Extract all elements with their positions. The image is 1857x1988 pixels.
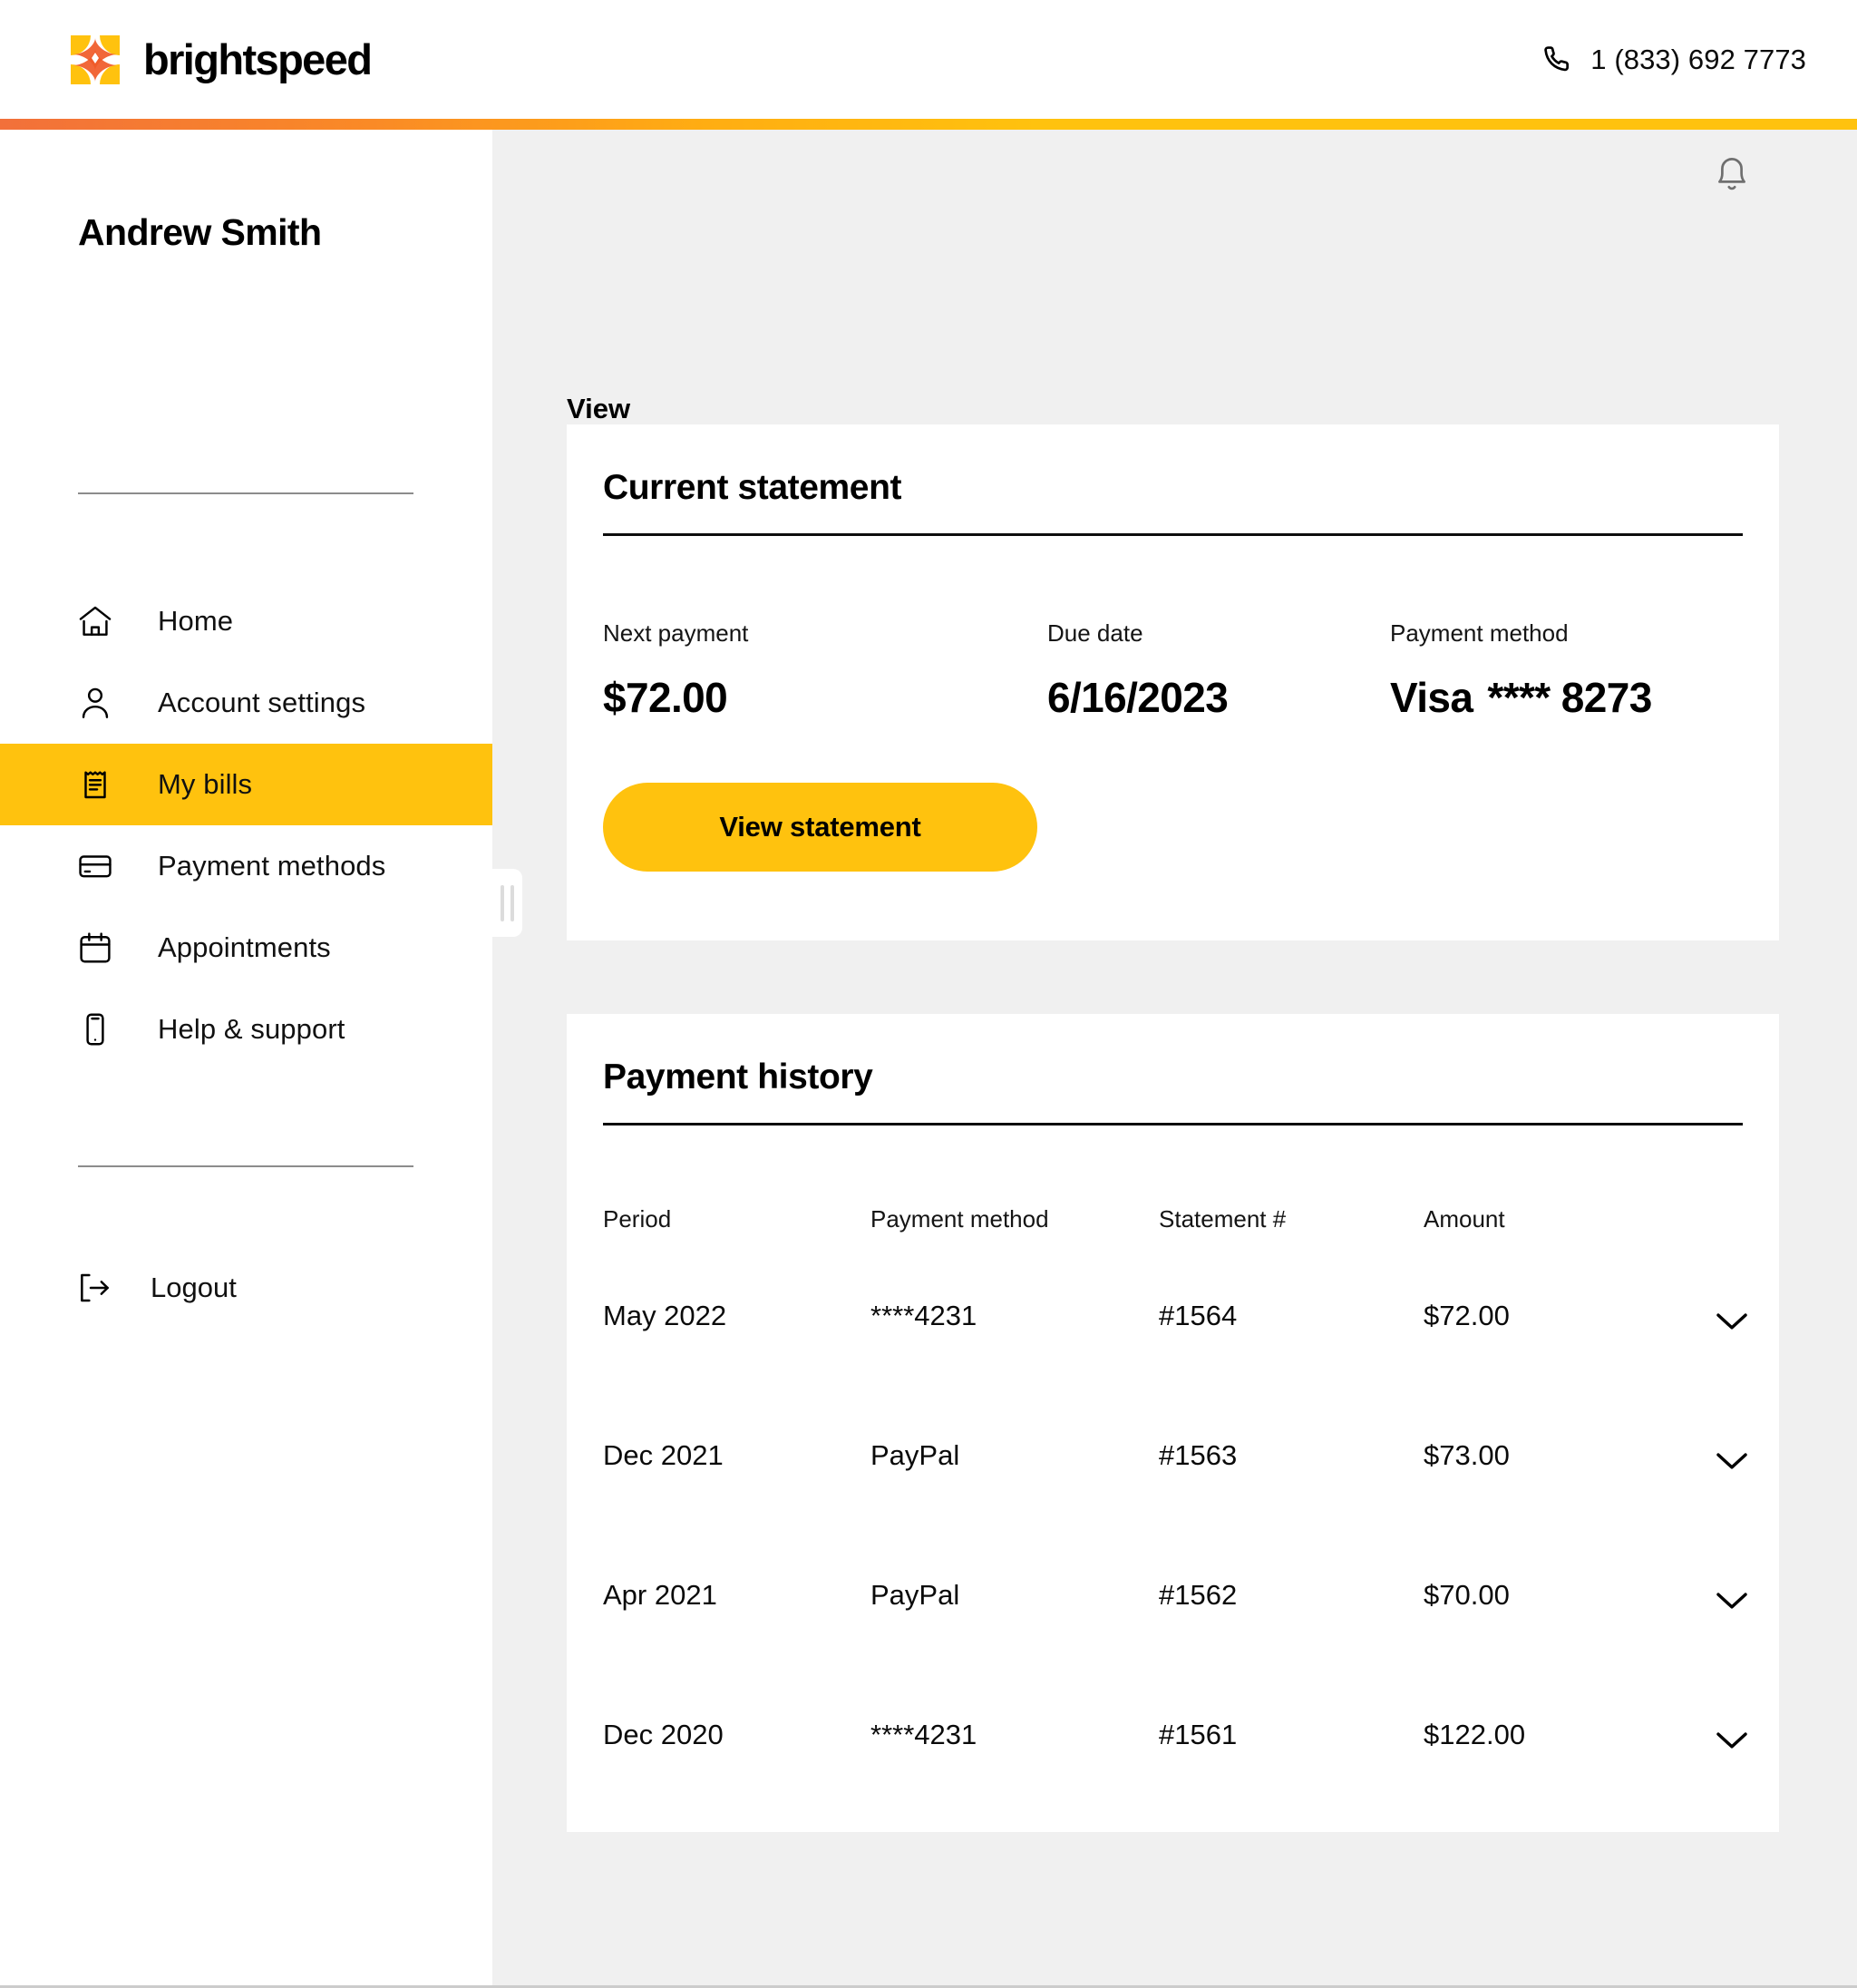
sidebar-item-label: My bills: [158, 768, 253, 800]
next-payment-field: Next payment $72.00: [603, 619, 1047, 722]
cell-payment-method: PayPal: [870, 1439, 960, 1471]
payment-history-table: Period Payment method Statement # Amount…: [603, 1192, 1748, 1805]
sidebar: Andrew Smith Home Account settings My bi…: [0, 130, 492, 1985]
column-header-payment-method: Payment method: [870, 1204, 1049, 1233]
grip-line: [501, 884, 504, 921]
card-title-rule: [603, 1123, 1743, 1126]
cell-statement-number: #1561: [1159, 1719, 1238, 1750]
brand-name: brightspeed: [143, 35, 373, 83]
sidebar-item-label: Account settings: [158, 687, 366, 718]
sidebar-item-appointments[interactable]: Appointments: [0, 907, 492, 989]
home-icon: [76, 602, 114, 640]
card-last4: **** 8273: [1487, 674, 1652, 721]
site-header: brightspeed 1 (833) 692 7773: [0, 0, 1857, 119]
phone-number: 1 (833) 692 7773: [1590, 43, 1806, 75]
field-label: Next payment: [603, 619, 749, 647]
field-label: Payment method: [1390, 619, 1569, 647]
field-value: 6/16/2023: [1047, 674, 1229, 721]
sidebar-user-name: Andrew Smith: [78, 211, 322, 253]
card-title-rule: [603, 533, 1743, 536]
cell-period: May 2022: [603, 1300, 727, 1331]
cell-payment-method: ****4231: [870, 1300, 977, 1331]
sidebar-item-home[interactable]: Home: [0, 580, 492, 662]
cell-amount: $72.00: [1424, 1300, 1510, 1331]
cell-period: Dec 2020: [603, 1719, 724, 1750]
support-phone[interactable]: 1 (833) 692 7773: [1541, 43, 1806, 77]
payment-history-card: Payment history Period Payment method St…: [567, 1014, 1779, 1832]
row-expand-button[interactable]: [1683, 1306, 1748, 1330]
table-row[interactable]: May 2022 ****4231 #1564 $72.00: [603, 1246, 1748, 1386]
sidebar-item-payment-methods[interactable]: Payment methods: [0, 825, 492, 907]
table-row[interactable]: Dec 2021 PayPal #1563 $73.00: [603, 1386, 1748, 1525]
chevron-down-icon: [1716, 1446, 1748, 1469]
chevron-down-icon: [1716, 1725, 1748, 1749]
cell-payment-method: PayPal: [870, 1579, 960, 1611]
column-header-amount: Amount: [1424, 1204, 1505, 1233]
phone-icon: [1541, 43, 1576, 77]
payment-method-field: Payment method Visa **** 8273: [1390, 619, 1743, 722]
mobile-phone-icon: [76, 1010, 114, 1048]
row-expand-button[interactable]: [1683, 1446, 1748, 1469]
table-header-row: Period Payment method Statement # Amount: [603, 1192, 1748, 1246]
logout-label: Logout: [151, 1272, 237, 1303]
card-title: Payment history: [603, 1057, 873, 1096]
logout-arrow-icon: [76, 1270, 112, 1306]
field-value: Visa **** 8273: [1390, 673, 1743, 722]
brand-gradient-bar: [0, 119, 1857, 130]
field-label: Due date: [1047, 619, 1143, 647]
credit-card-icon: [76, 847, 114, 885]
sidebar-item-my-bills[interactable]: My bills: [0, 744, 492, 825]
statement-fields: Next payment $72.00 Due date 6/16/2023 P…: [603, 619, 1743, 722]
view-statement-button[interactable]: View statement: [603, 783, 1037, 872]
cell-statement-number: #1562: [1159, 1579, 1238, 1611]
bill-receipt-icon: [76, 765, 114, 804]
logout-button[interactable]: Logout: [0, 1259, 237, 1317]
due-date-field: Due date 6/16/2023: [1047, 619, 1390, 722]
sidebar-item-label: Home: [158, 605, 234, 637]
table-row[interactable]: Dec 2020 ****4231 #1561 $122.00: [603, 1665, 1748, 1805]
row-expand-button[interactable]: [1683, 1725, 1748, 1749]
card-brand: Visa: [1390, 674, 1473, 721]
column-header-period: Period: [603, 1204, 672, 1233]
brightspeed-logo-icon: [71, 34, 120, 84]
cell-payment-method: ****4231: [870, 1719, 977, 1750]
field-value: $72.00: [603, 674, 728, 721]
sidebar-collapse-handle[interactable]: [492, 869, 522, 937]
app-shell: Andrew Smith Home Account settings My bi…: [0, 130, 1857, 1985]
grip-line: [510, 884, 514, 921]
row-expand-button[interactable]: [1683, 1585, 1748, 1609]
calendar-icon: [76, 929, 114, 967]
sidebar-nav: Home Account settings My bills Payment m…: [0, 580, 492, 1070]
page-root: brightspeed 1 (833) 692 7773 Andrew Smit…: [0, 0, 1857, 1988]
cell-period: Dec 2021: [603, 1439, 724, 1471]
chevron-down-icon: [1716, 1306, 1748, 1330]
table-row[interactable]: Apr 2021 PayPal #1562 $70.00: [603, 1525, 1748, 1665]
card-title: Current statement: [603, 468, 902, 507]
sidebar-item-account-settings[interactable]: Account settings: [0, 662, 492, 744]
main-content: View payments Payment methods Current st…: [492, 130, 1857, 1985]
cell-amount: $73.00: [1424, 1439, 1510, 1471]
cell-amount: $122.00: [1424, 1719, 1526, 1750]
cell-statement-number: #1564: [1159, 1300, 1238, 1331]
sidebar-divider-bottom: [78, 1165, 413, 1167]
chevron-down-icon: [1716, 1585, 1748, 1609]
cell-amount: $70.00: [1424, 1579, 1510, 1611]
cell-statement-number: #1563: [1159, 1439, 1238, 1471]
current-statement-card: Current statement Next payment $72.00 Du…: [567, 424, 1779, 940]
column-header-statement-number: Statement #: [1159, 1204, 1287, 1233]
brand-logo[interactable]: brightspeed: [71, 34, 373, 84]
sidebar-item-help-support[interactable]: Help & support: [0, 989, 492, 1070]
sidebar-item-label: Help & support: [158, 1013, 345, 1045]
sidebar-item-label: Appointments: [158, 931, 331, 963]
sidebar-divider-top: [78, 492, 413, 494]
user-icon: [76, 684, 114, 722]
bell-icon[interactable]: [1710, 150, 1754, 199]
sidebar-item-label: Payment methods: [158, 850, 386, 882]
cell-period: Apr 2021: [603, 1579, 717, 1611]
